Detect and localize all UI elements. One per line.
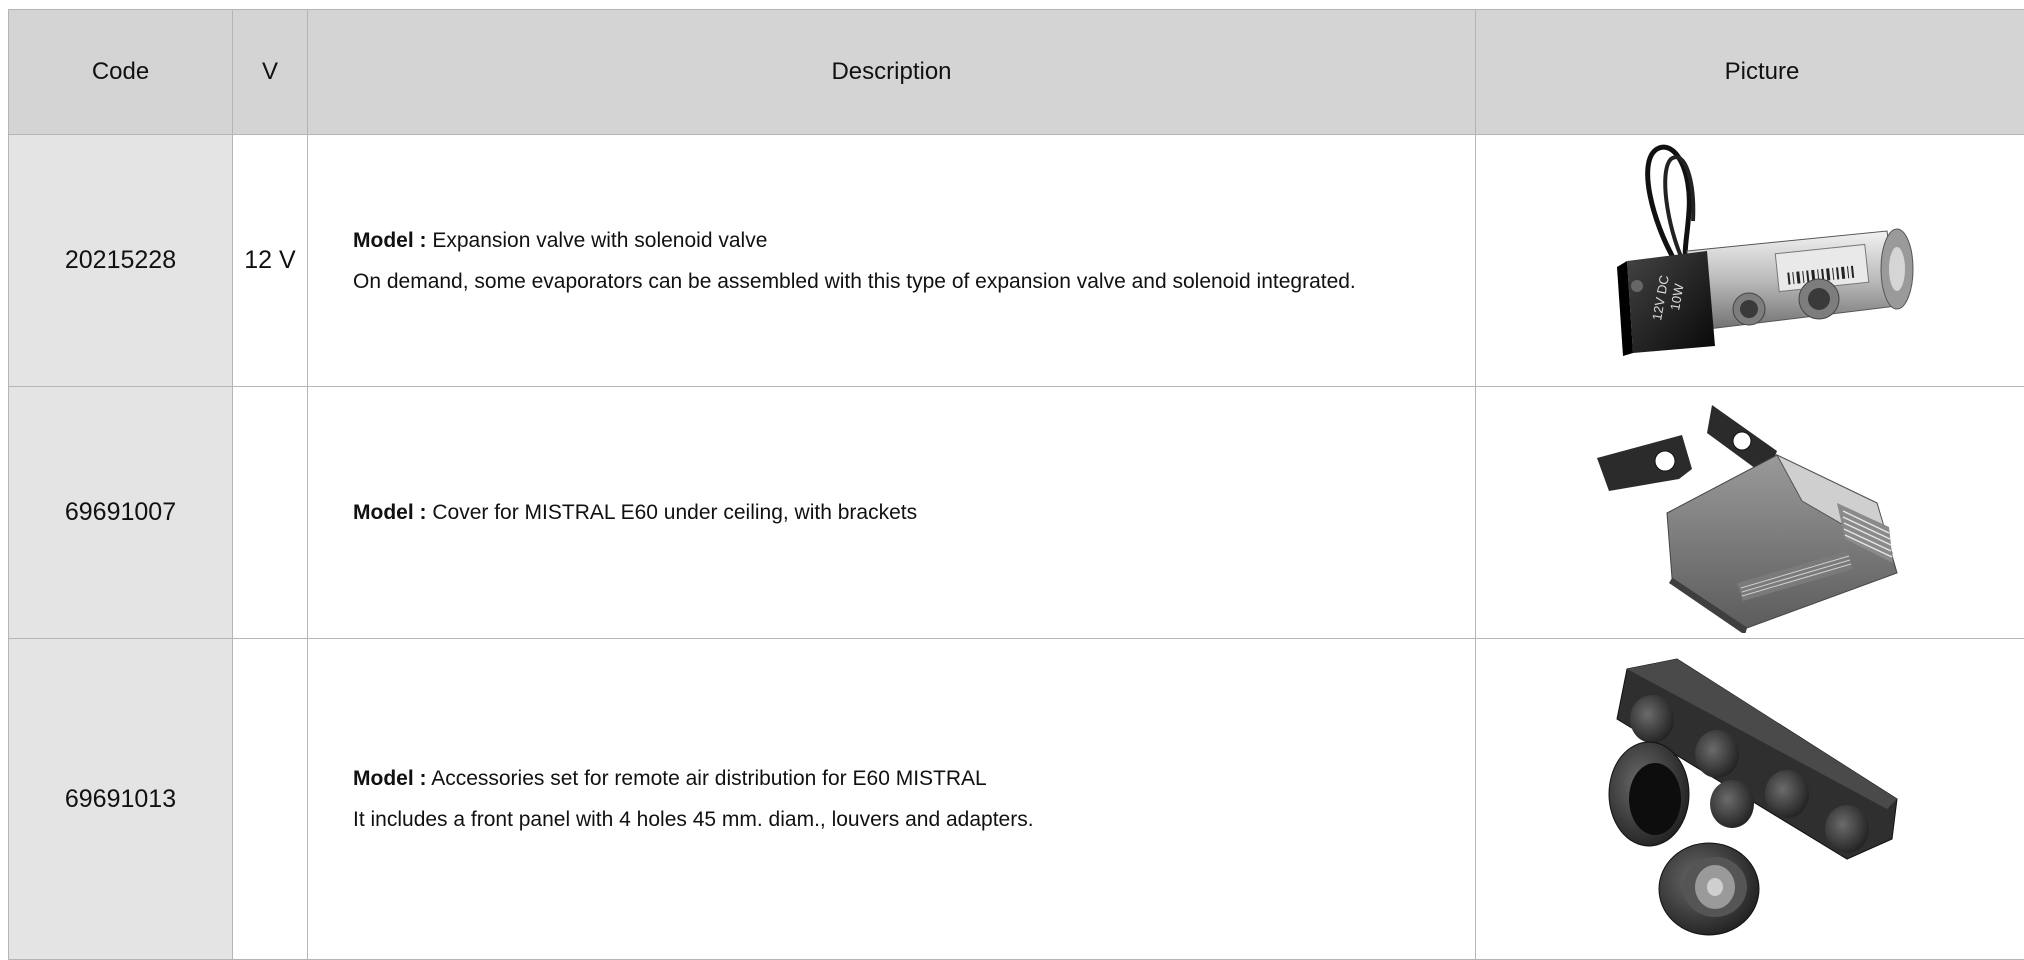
row-voltage: [233, 387, 308, 639]
model-text: Cover for MISTRAL E60 under ceiling, wit…: [432, 501, 917, 524]
air-distribution-set-image: [1597, 649, 1927, 949]
row-description: Model : Expansion valve with solenoid va…: [308, 135, 1476, 387]
model-line: Model : Cover for MISTRAL E60 under ceil…: [353, 499, 1415, 526]
row-description: Model : Accessories set for remote air d…: [308, 639, 1476, 960]
model-label: Model :: [353, 229, 427, 252]
model-label: Model :: [353, 767, 427, 790]
row-picture: 12V DC 10W: [1476, 135, 2024, 387]
row-code: 20215228: [9, 135, 233, 387]
expansion-valve-image: 12V DC 10W: [1597, 141, 1927, 381]
row-code: 69691007: [9, 387, 233, 639]
model-label: Model :: [353, 501, 427, 524]
header-row: Code V Description Picture: [9, 10, 2024, 135]
header-picture: Picture: [1476, 10, 2024, 135]
description-note: It includes a front panel with 4 holes 4…: [353, 806, 1415, 833]
product-sheet: Code V Description Picture 20215228 12 V…: [0, 0, 2024, 938]
parts-table: Code V Description Picture 20215228 12 V…: [8, 9, 2024, 960]
description-note: On demand, some evaporators can be assem…: [353, 268, 1415, 295]
row-code: 69691013: [9, 639, 233, 960]
table-row: 69691013 Model : Accessories set for rem…: [9, 639, 2024, 960]
row-picture: [1476, 639, 2024, 960]
model-line: Model : Accessories set for remote air d…: [353, 765, 1415, 792]
header-code: Code: [9, 10, 233, 135]
table-row: 20215228 12 V Model : Expansion valve wi…: [9, 135, 2024, 387]
table-row: 69691007 Model : Cover for MISTRAL E60 u…: [9, 387, 2024, 639]
model-text: Expansion valve with solenoid valve: [432, 229, 767, 252]
header-voltage: V: [233, 10, 308, 135]
row-picture: [1476, 387, 2024, 639]
model-line: Model : Expansion valve with solenoid va…: [353, 227, 1415, 254]
row-voltage: 12 V: [233, 135, 308, 387]
row-voltage: [233, 639, 308, 960]
row-description: Model : Cover for MISTRAL E60 under ceil…: [308, 387, 1476, 639]
header-description: Description: [308, 10, 1476, 135]
ceiling-cover-image: [1597, 393, 1927, 633]
model-text: Accessories set for remote air distribut…: [431, 767, 987, 790]
